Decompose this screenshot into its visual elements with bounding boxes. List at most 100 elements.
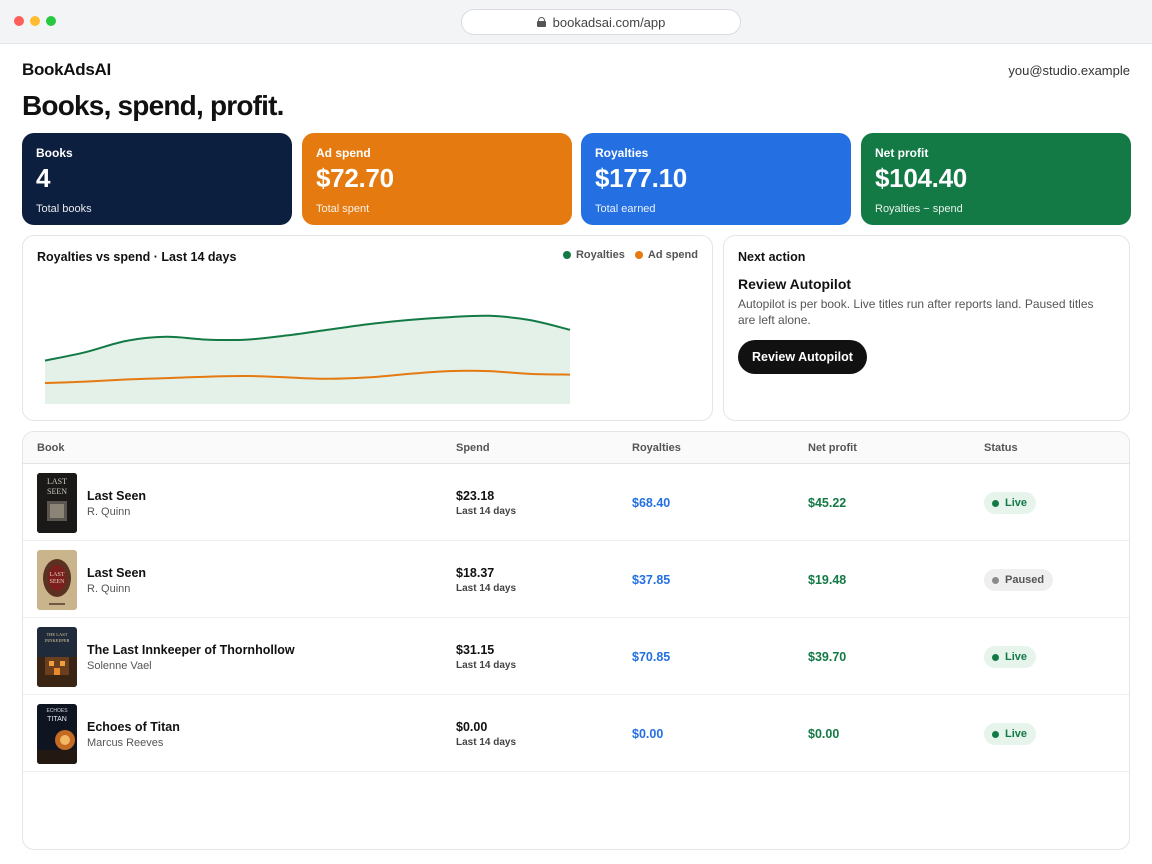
stat-subtitle: Total books [36, 203, 92, 215]
legend-dot-icon [562, 251, 571, 259]
legend-label: Royalties [575, 249, 625, 261]
royalties-value: $0.00 [632, 727, 664, 741]
book-author: R. Quinn [87, 506, 131, 518]
spend-period: Last 14 days [456, 506, 517, 517]
royalties-value: $70.85 [632, 650, 671, 664]
stat-label: Ad spend [316, 146, 371, 160]
net-profit-value: $39.70 [808, 650, 847, 664]
net-profit-value: $45.22 [808, 496, 847, 510]
book-title[interactable]: Last Seen [87, 489, 146, 503]
stat-label: Royalties [595, 146, 649, 160]
status-label: Live [1005, 651, 1028, 663]
minimize-window-button[interactable] [30, 16, 40, 26]
status-badge[interactable]: Live [984, 646, 1037, 668]
status-badge[interactable]: Paused [984, 569, 1054, 591]
cover-text: THE LAST [46, 632, 67, 637]
status-label: Live [1005, 728, 1028, 740]
book-author: Solenne Vael [87, 660, 152, 672]
url-text: bookadsai.com/app [552, 14, 666, 30]
stat-value: $177.10 [595, 163, 687, 193]
book-cover[interactable]: THE LAST INNKEEPER [37, 627, 77, 687]
stat-value: $104.40 [875, 163, 967, 193]
book-title[interactable]: The Last Innkeeper of Thornhollow [87, 643, 295, 657]
table-header: Book Spend Royalties Net profit Status [23, 432, 1129, 464]
address-bar[interactable]: bookadsai.com/app [461, 9, 741, 35]
stat-card-books: Books 4 Total books [22, 133, 292, 225]
next-action-description: Autopilot is per book. Live titles run a… [738, 297, 1094, 327]
book-cover-image: LAST SEEN [37, 473, 77, 533]
table-row[interactable]: LAST SEEN Last Seen R. Quinn $23.18 Last… [23, 464, 1129, 541]
cover-text: LAST [47, 477, 67, 486]
table-row[interactable]: LAST SEEN Last Seen R. Quinn $18.37 Last… [23, 541, 1129, 618]
status-badge[interactable]: Live [984, 723, 1037, 745]
stat-card-ad-spend: Ad spend $72.70 Total spent [302, 133, 572, 225]
book-cover[interactable]: LAST SEEN [37, 550, 77, 610]
table-row[interactable]: THE LAST INNKEEPER The Last Innkeeper of… [23, 618, 1129, 695]
column-header-royalties[interactable]: Royalties [632, 442, 681, 454]
spend-period: Last 14 days [456, 660, 517, 671]
cover-text: TITAN [47, 716, 67, 723]
royalties-value: $68.40 [632, 496, 671, 510]
close-window-button[interactable] [14, 16, 24, 26]
spend-period: Last 14 days [456, 737, 517, 748]
next-action-heading: Next action [738, 250, 806, 264]
stat-label: Net profit [875, 146, 929, 160]
stat-subtitle: Total spent [316, 203, 370, 215]
table-row[interactable]: ECHOES TITAN Echoes of Titan Marcus Reev… [23, 695, 1129, 772]
column-header-spend[interactable]: Spend [456, 442, 490, 454]
spend-value: $23.18 [456, 489, 495, 503]
book-cover[interactable]: ECHOES TITAN [37, 704, 77, 764]
spend-value: $31.15 [456, 643, 495, 657]
cover-text: INNKEEPER [45, 638, 70, 643]
books-table: Book Spend Royalties Net profit Status L… [22, 431, 1130, 850]
spend-value: $0.00 [456, 720, 488, 734]
book-cover[interactable]: LAST SEEN [37, 473, 77, 533]
stat-value: 4 [36, 163, 51, 193]
legend-dot-icon [634, 251, 643, 259]
net-profit-value: $19.48 [808, 573, 847, 587]
spend-value: $18.37 [456, 566, 495, 580]
column-header-book[interactable]: Book [37, 442, 65, 454]
column-header-status[interactable]: Status [984, 442, 1018, 454]
book-author: R. Quinn [87, 583, 131, 595]
browser-chrome: bookadsai.com/app [0, 0, 1152, 44]
legend-label: Ad spend [647, 249, 698, 261]
book-cover-image: LAST SEEN [37, 550, 77, 610]
maximize-window-button[interactable] [46, 16, 56, 26]
book-author: Marcus Reeves [87, 737, 164, 749]
status-badge[interactable]: Live [984, 492, 1037, 514]
review-autopilot-button[interactable]: Review Autopilot [738, 340, 867, 374]
next-action-title: Review Autopilot [738, 276, 852, 292]
spend-period: Last 14 days [456, 583, 517, 594]
book-cover-image: THE LAST INNKEEPER [37, 627, 77, 687]
royalties-value: $37.85 [632, 573, 671, 587]
account-email[interactable]: you@studio.example [1008, 63, 1130, 78]
chart-panel: Royalties vs spend · Last 14 days Royalt… [22, 235, 713, 421]
status-label: Paused [1005, 574, 1045, 586]
status-label: Live [1005, 497, 1028, 509]
column-header-net-profit[interactable]: Net profit [808, 442, 857, 454]
cover-text: SEEN [47, 487, 67, 496]
stat-label: Books [36, 146, 73, 160]
lock-icon [536, 17, 546, 27]
net-profit-value: $0.00 [808, 727, 840, 741]
cover-text: ECHOES [46, 708, 68, 714]
book-title[interactable]: Last Seen [87, 566, 146, 580]
cover-text: SEEN [50, 579, 66, 585]
status-dot-icon [992, 576, 999, 584]
series-area-royalties [45, 315, 570, 404]
next-action-panel: Next action Review Autopilot Autopilot i… [723, 235, 1130, 421]
cover-text: LAST [50, 572, 65, 578]
status-dot-icon [992, 499, 999, 507]
chart-title: Royalties vs spend · Last 14 days [37, 250, 237, 264]
stat-subtitle: Total earned [595, 203, 656, 215]
stat-subtitle: Royalties − spend [875, 203, 963, 215]
legend-item-ad-spend: Ad spend [634, 249, 698, 261]
brand-logo[interactable]: BookAdsAI [22, 60, 111, 80]
stat-card-net-profit: Net profit $104.40 Royalties − spend [861, 133, 1131, 225]
book-cover-image: ECHOES TITAN [37, 704, 77, 764]
book-title[interactable]: Echoes of Titan [87, 720, 180, 734]
status-dot-icon [992, 730, 999, 738]
stat-value: $72.70 [316, 163, 394, 193]
status-dot-icon [992, 653, 999, 661]
